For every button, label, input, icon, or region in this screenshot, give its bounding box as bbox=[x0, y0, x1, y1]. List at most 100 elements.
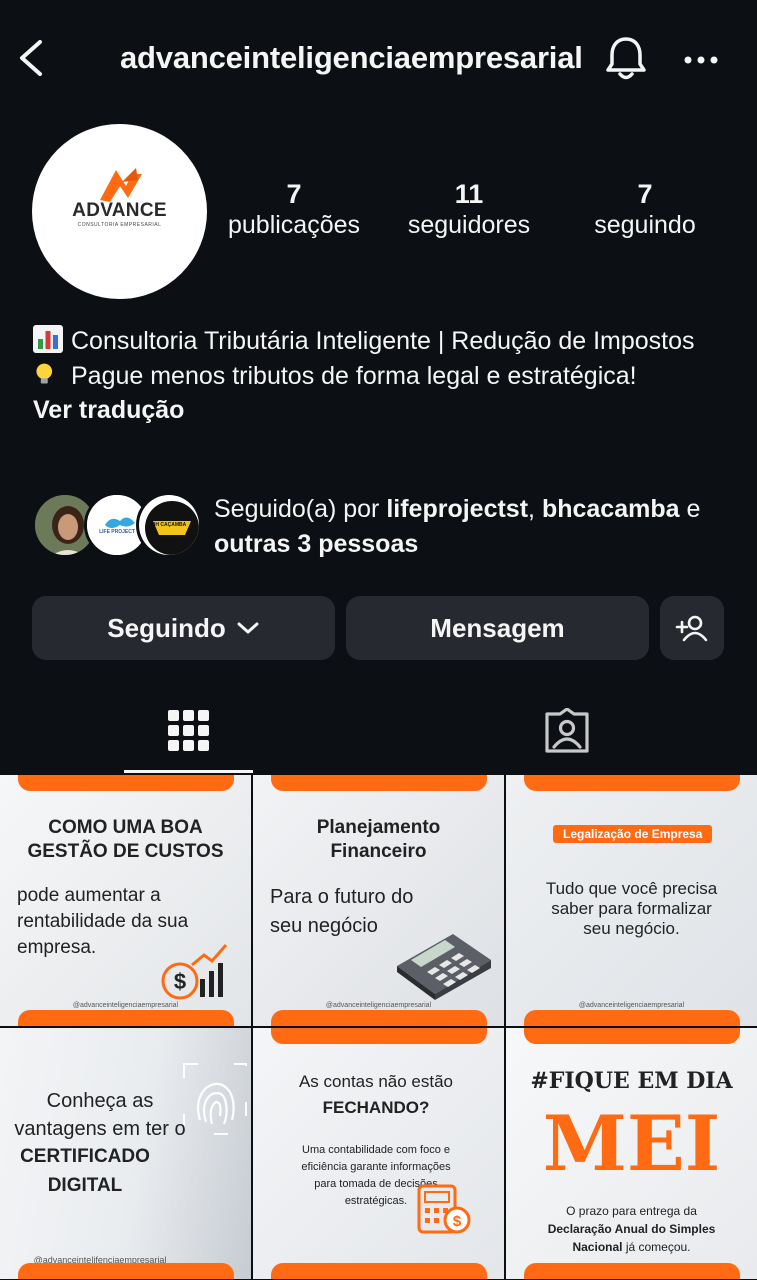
orange-bar bbox=[18, 1263, 234, 1279]
post-text: rentabilidade da sua bbox=[17, 911, 189, 932]
follower-avatar-text: BH CAÇAMBA bbox=[151, 522, 187, 528]
post-text: As contas não estão bbox=[298, 1072, 454, 1091]
stat-followers[interactable]: 11 seguidores bbox=[396, 178, 542, 240]
bio-text-2: Pague menos tributos de forma legal e es… bbox=[71, 361, 637, 390]
orange-bar bbox=[271, 1028, 487, 1044]
followed-user-2[interactable]: bhcacamba bbox=[542, 495, 680, 523]
post-text-rest: já começou. bbox=[622, 1240, 691, 1254]
post-thumbnail[interactable]: As contas não estão FECHANDO? Uma contab… bbox=[253, 1028, 504, 1279]
post-text: eficiência garante informações bbox=[301, 1161, 451, 1173]
calculator-money-icon: $ bbox=[417, 1184, 471, 1234]
calculator-icon bbox=[397, 934, 491, 1000]
svg-text:$: $ bbox=[453, 1213, 462, 1230]
stat-followers-value: 11 bbox=[454, 179, 484, 209]
chevron-down-icon bbox=[237, 622, 259, 634]
back-arrow-icon[interactable] bbox=[14, 36, 50, 80]
tab-posts[interactable] bbox=[124, 690, 253, 770]
suggest-people-button[interactable] bbox=[660, 596, 724, 660]
grid-icon bbox=[168, 710, 209, 751]
post-hashtag: #FIQUE EM DIA bbox=[530, 1068, 733, 1094]
post-text: O prazo para entrega da bbox=[566, 1204, 697, 1218]
post-text: Uma contabilidade com foco e bbox=[302, 1144, 450, 1156]
post-thumbnail[interactable]: #FIQUE EM DIA MEI O prazo para entrega d… bbox=[506, 1028, 757, 1279]
message-button[interactable]: Mensagem bbox=[346, 596, 649, 660]
profile-avatar[interactable]: ADVANCE CONSULTORIA EMPRESARIAL bbox=[32, 124, 207, 299]
stat-followers-label: seguidores bbox=[407, 211, 531, 239]
profile-tabs bbox=[0, 690, 757, 774]
avatar-brand: ADVANCE bbox=[72, 200, 167, 221]
stat-posts-label: publicações bbox=[227, 211, 361, 239]
post-text: Para o futuro do bbox=[270, 886, 414, 908]
post-handle: @advanceinteligenciaempresarial bbox=[578, 1002, 685, 1009]
post-thumbnail[interactable]: Legalização de Empresa Tudo que você pre… bbox=[506, 775, 757, 1026]
post-text: seu negócio bbox=[270, 915, 378, 937]
post-text: pode aumentar a bbox=[17, 885, 161, 906]
translate-link[interactable]: Ver tradução bbox=[33, 393, 733, 428]
post-text: seu negócio. bbox=[583, 919, 680, 938]
post-title: CERTIFICADO bbox=[20, 1146, 150, 1167]
orange-bar bbox=[18, 775, 234, 791]
following-label: Seguindo bbox=[107, 612, 226, 643]
stat-posts-value: 7 bbox=[286, 179, 302, 209]
orange-bar bbox=[271, 1010, 487, 1026]
post-tag: Legalização de Empresa bbox=[553, 825, 713, 843]
active-tab-indicator bbox=[124, 770, 253, 773]
tab-tagged[interactable] bbox=[500, 690, 635, 770]
followed-others[interactable]: outras 3 pessoas bbox=[214, 530, 418, 558]
avatar-tagline: CONSULTORIA EMPRESARIAL bbox=[77, 222, 162, 228]
tagged-icon bbox=[545, 708, 589, 753]
post-thumbnail[interactable]: COMO UMA BOA GESTÃO DE CUSTOS pode aumen… bbox=[0, 775, 251, 1026]
post-title: Financeiro bbox=[330, 841, 427, 862]
profile-username: advanceinteligenciaempresarial bbox=[120, 40, 583, 75]
post-text: Conheça as bbox=[46, 1090, 154, 1112]
add-person-icon bbox=[675, 615, 708, 642]
bell-icon[interactable] bbox=[603, 34, 649, 82]
bio-line-1: Consultoria Tributária Inteligente | Red… bbox=[33, 324, 733, 359]
stat-following-label: seguindo bbox=[594, 211, 696, 239]
followed-by[interactable]: LIFE PROJECT BH CAÇAMBA Seguido(a) por l… bbox=[32, 492, 732, 562]
stat-posts[interactable]: 7 publicações bbox=[218, 178, 370, 240]
post-big-title: MEI bbox=[542, 1099, 721, 1188]
post-title: DIGITAL bbox=[47, 1175, 123, 1196]
post-text: Declaração Anual do Simples bbox=[547, 1222, 716, 1236]
orange-bar bbox=[18, 1010, 234, 1026]
post-title: COMO UMA BOA bbox=[48, 817, 203, 838]
post-text: Nacional já começou. bbox=[506, 1240, 757, 1254]
post-text: vantagens em ter o bbox=[14, 1118, 186, 1140]
orange-bar bbox=[524, 1028, 740, 1044]
followed-prefix: Seguido(a) por bbox=[214, 495, 387, 523]
post-thumbnail[interactable]: Conheça as vantagens em ter o CERTIFICAD… bbox=[0, 1028, 251, 1279]
more-icon[interactable] bbox=[682, 50, 722, 70]
orange-bar bbox=[524, 1010, 740, 1026]
post-handle: @advanceinteligenciaempresarial bbox=[325, 1002, 432, 1009]
stat-following[interactable]: 7 seguindo bbox=[580, 178, 710, 240]
post-handle: @advanceinteligenciaempresarial bbox=[72, 1002, 179, 1009]
top-bar: advanceinteligenciaempresarial bbox=[0, 0, 757, 118]
post-thumbnail[interactable]: Planejamento Financeiro Para o futuro do… bbox=[253, 775, 504, 1026]
followed-by-text: Seguido(a) por lifeprojectst, bhcacamba … bbox=[214, 492, 734, 561]
bio-line-2: Pague menos tributos de forma legal e es… bbox=[33, 359, 733, 394]
orange-bar bbox=[271, 1263, 487, 1279]
post-text: Tudo que você precisa bbox=[545, 879, 718, 898]
lightbulb-emoji-icon bbox=[36, 363, 53, 384]
svg-text:$: $ bbox=[174, 969, 186, 994]
orange-bar bbox=[271, 775, 487, 791]
follower-avatar: BH CAÇAMBA bbox=[136, 492, 202, 558]
followed-separator: , bbox=[528, 495, 542, 523]
money-growth-icon: $ bbox=[161, 944, 228, 1000]
post-text: saber para formalizar bbox=[551, 899, 712, 918]
orange-bar bbox=[524, 1263, 740, 1279]
followed-and: e bbox=[679, 495, 701, 523]
chart-emoji-icon bbox=[33, 325, 63, 353]
post-text-bold: Nacional bbox=[572, 1240, 623, 1254]
post-title: Planejamento bbox=[316, 817, 441, 838]
orange-bar bbox=[524, 775, 740, 791]
message-label: Mensagem bbox=[430, 612, 565, 643]
stat-following-value: 7 bbox=[637, 179, 653, 209]
post-title: FECHANDO? bbox=[322, 1098, 430, 1117]
following-button[interactable]: Seguindo bbox=[32, 596, 335, 660]
post-text: empresa. bbox=[17, 937, 97, 958]
profile-bio: Consultoria Tributária Inteligente | Red… bbox=[33, 324, 733, 428]
post-title: GESTÃO DE CUSTOS bbox=[27, 841, 224, 862]
followed-user-1[interactable]: lifeprojectst bbox=[386, 495, 528, 523]
